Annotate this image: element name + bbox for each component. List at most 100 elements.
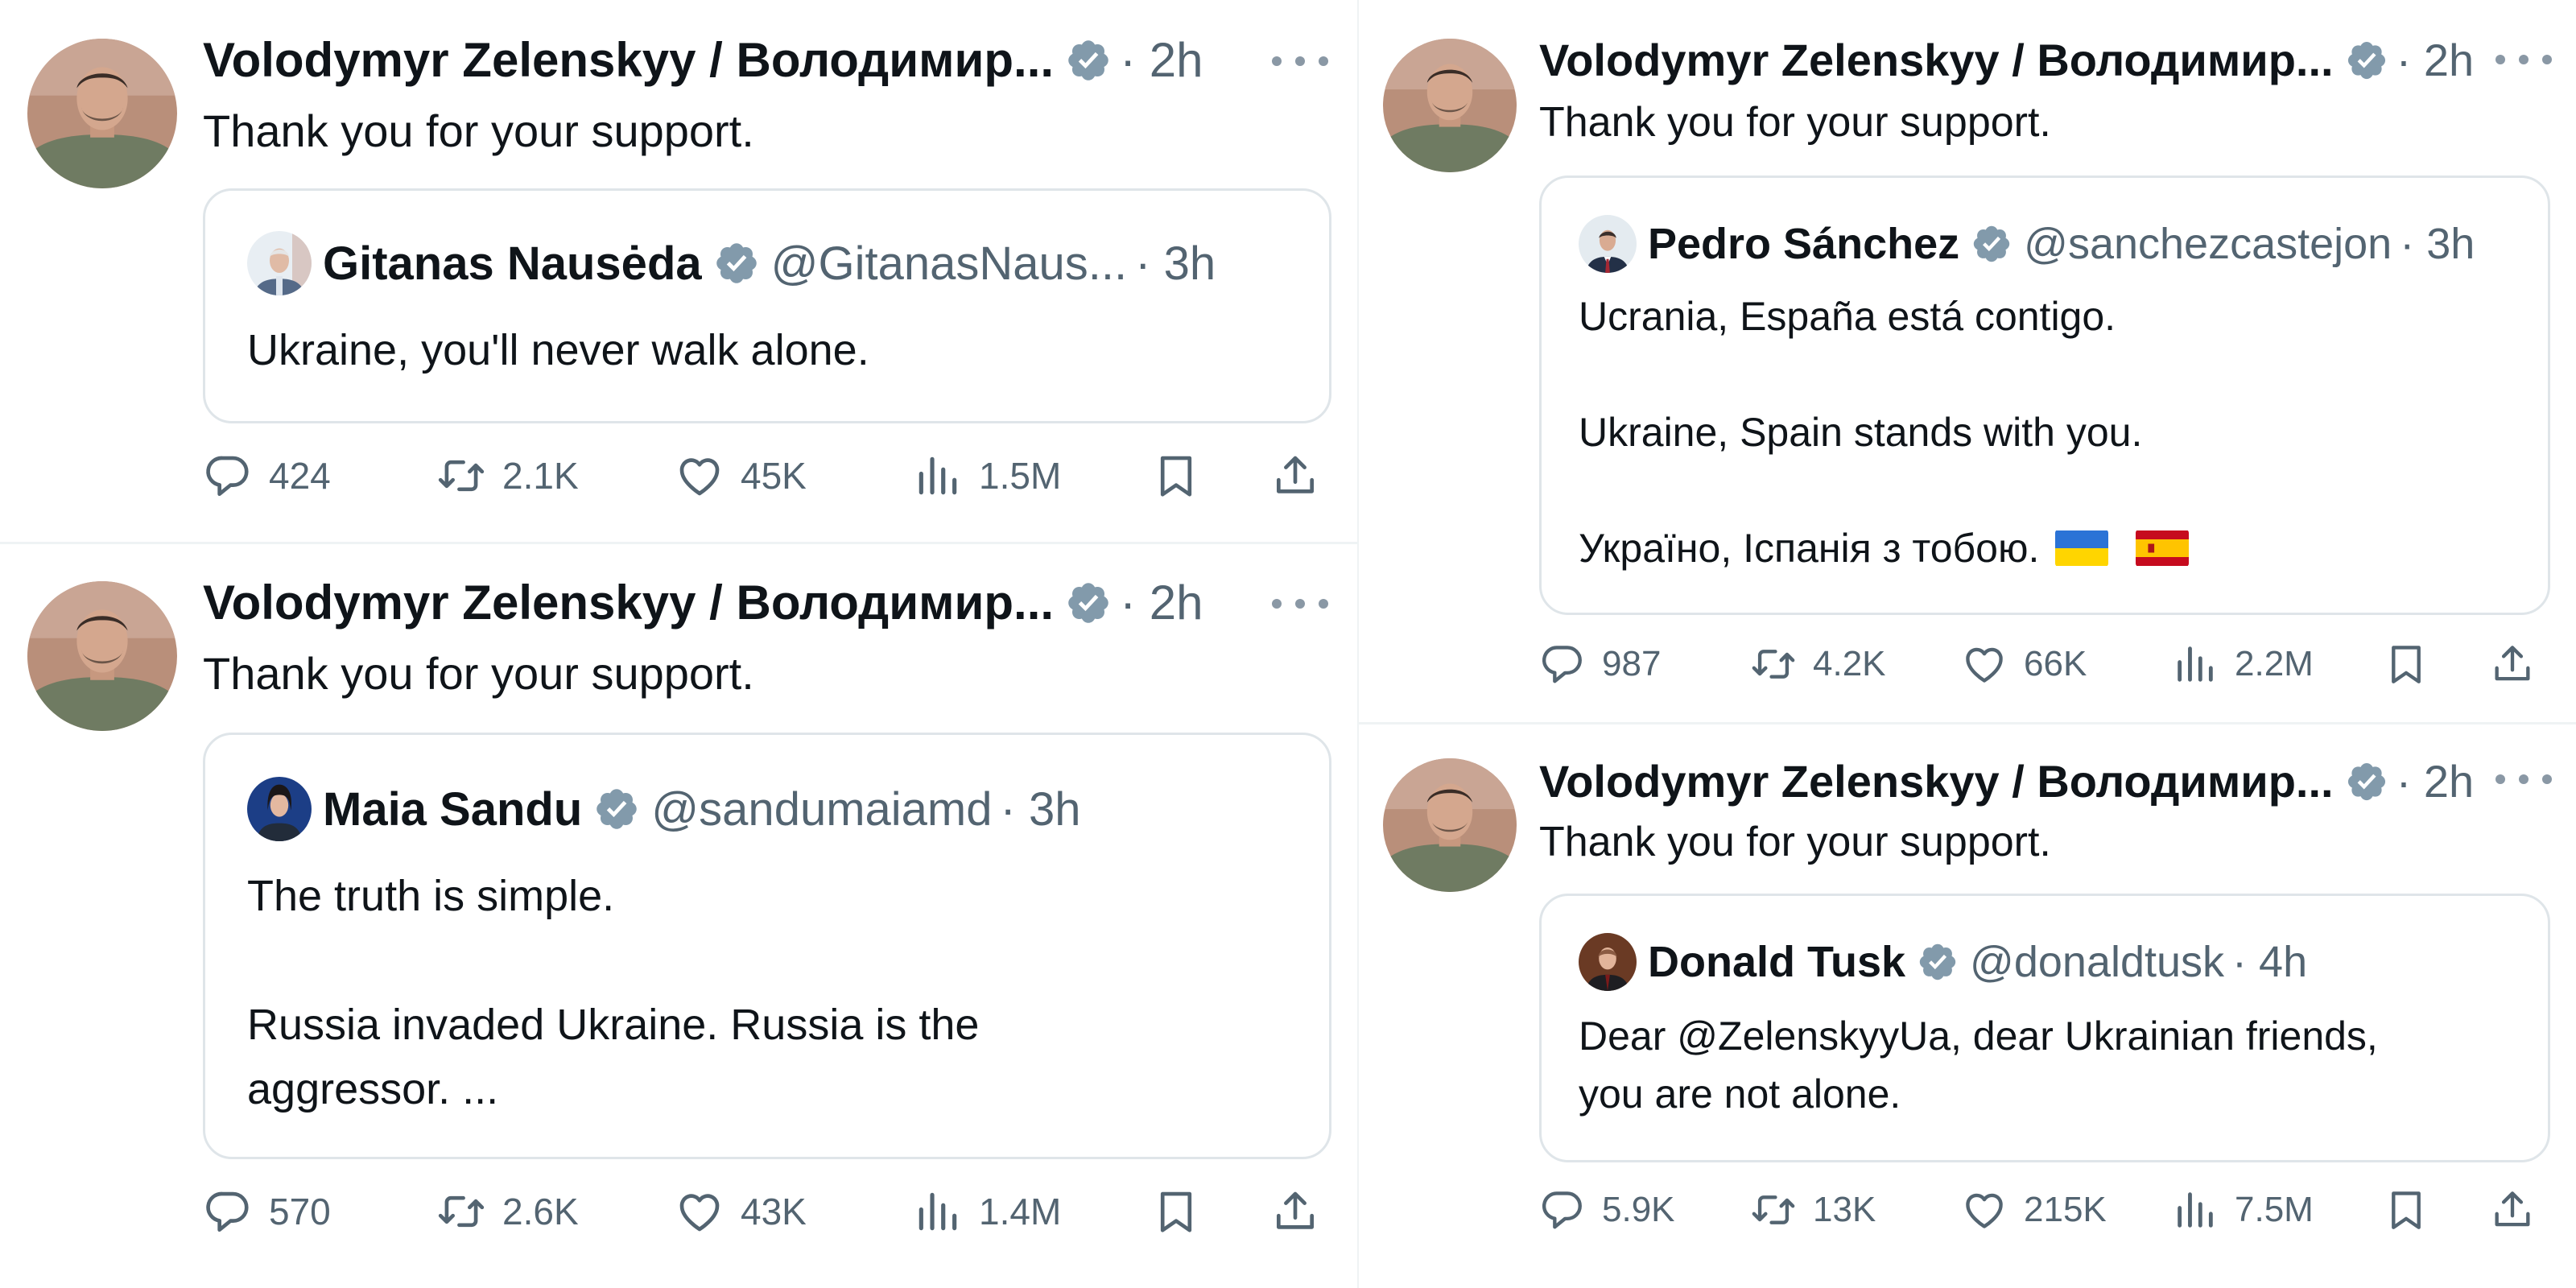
quoted-author-name: Gitanas Nausėda xyxy=(323,237,702,290)
views-button[interactable]: 7.5M xyxy=(2172,1182,2314,1238)
reply-icon xyxy=(1539,641,1586,687)
repost-button[interactable]: 13K xyxy=(1750,1182,1876,1238)
share-button[interactable] xyxy=(2489,636,2536,692)
like-icon xyxy=(1961,1187,2008,1233)
views-button[interactable]: 1.4M xyxy=(913,1183,1061,1240)
author-name[interactable]: Volodymyr Zelenskyy / Володимир... xyxy=(203,32,1054,88)
quoted-tweet-header: Pedro Sánchez @sanchezcastejon · 3h xyxy=(1579,215,2475,273)
views-button[interactable]: 2.2M xyxy=(2172,636,2314,692)
verified-badge-icon xyxy=(1971,223,2013,265)
bookmark-button[interactable] xyxy=(2383,636,2429,692)
tweet[interactable]: Volodymyr Zelenskyy / Володимир... · 2h … xyxy=(1359,724,2576,1288)
bookmark-button[interactable] xyxy=(1151,448,1201,504)
author-avatar[interactable] xyxy=(27,39,177,188)
spain-flag-icon xyxy=(2136,530,2189,567)
share-icon xyxy=(1270,451,1320,501)
quoted-handle: @donaldtusk xyxy=(1970,938,2225,986)
author-avatar[interactable] xyxy=(1383,758,1517,892)
reply-icon xyxy=(203,1187,253,1236)
quoted-text-line: you are not alone. xyxy=(1579,1071,1901,1117)
quoted-author-name: Maia Sandu xyxy=(323,782,583,836)
quoted-text-line: Україно, Іспанія з тобою. xyxy=(1579,519,2189,577)
share-icon xyxy=(2489,1187,2536,1233)
quoted-text-line: The truth is simple. xyxy=(247,872,615,920)
more-icon[interactable] xyxy=(2496,53,2552,66)
timestamp[interactable]: · 2h xyxy=(2396,34,2475,86)
view-count: 1.4M xyxy=(979,1191,1062,1232)
reply-icon xyxy=(1539,1187,1586,1233)
view-count: 7.5M xyxy=(2235,1190,2314,1229)
quoted-text: Ucrania, España está contigo. Ukraine, S… xyxy=(1579,287,2189,577)
author-name[interactable]: Volodymyr Zelenskyy / Володимир... xyxy=(203,575,1054,630)
retweet-icon xyxy=(1750,1187,1797,1233)
quoted-author-name: Pedro Sánchez xyxy=(1648,220,1960,268)
quoted-handle: @sanchezcastejon xyxy=(2024,220,2392,268)
quoted-tweet[interactable]: Maia Sandu @sandumaiamd · 3h The truth i… xyxy=(203,733,1331,1159)
repost-button[interactable]: 2.1K xyxy=(436,448,579,504)
retweet-icon xyxy=(1750,641,1797,687)
bookmark-button[interactable] xyxy=(1151,1183,1201,1240)
repost-button[interactable]: 2.6K xyxy=(436,1183,579,1240)
reply-count: 987 xyxy=(1602,644,1662,683)
share-button[interactable] xyxy=(1270,448,1320,504)
author-avatar[interactable] xyxy=(1383,39,1517,172)
action-bar: 424 2.1K 45K 1.5M xyxy=(203,448,1327,504)
quoted-tweet-header: Gitanas Nausėda @GitanasNaus... · 3h xyxy=(247,231,1216,295)
reply-button[interactable]: 424 xyxy=(203,448,331,504)
reply-count: 570 xyxy=(269,1191,331,1232)
action-bar: 987 4.2K 66K 2.2M xyxy=(1539,636,2545,692)
quoted-text: Ukraine, you'll never walk alone. xyxy=(247,318,869,382)
repost-button[interactable]: 4.2K xyxy=(1750,636,1886,692)
quoted-avatar xyxy=(1579,933,1637,991)
like-button[interactable]: 215K xyxy=(1961,1182,2107,1238)
share-icon xyxy=(1270,1187,1320,1236)
views-button[interactable]: 1.5M xyxy=(913,448,1061,504)
tweet[interactable]: Volodymyr Zelenskyy / Володимир... · 2h … xyxy=(1359,0,2576,724)
timestamp[interactable]: · 2h xyxy=(1120,32,1203,88)
ukraine-flag-icon xyxy=(2055,530,2108,567)
like-button[interactable]: 45K xyxy=(675,448,807,504)
quoted-tweet[interactable]: Gitanas Nausėda @GitanasNaus... · 3h Ukr… xyxy=(203,188,1331,423)
author-name[interactable]: Volodymyr Zelenskyy / Володимир... xyxy=(1539,34,2334,86)
author-avatar[interactable] xyxy=(27,581,177,731)
timestamp[interactable]: · 2h xyxy=(2396,755,2475,807)
like-icon xyxy=(675,1187,724,1236)
tweet-text: Thank you for your support. xyxy=(203,105,754,156)
like-count: 215K xyxy=(2024,1190,2107,1229)
action-bar: 5.9K 13K 215K 7.5M xyxy=(1539,1182,2545,1238)
bookmark-icon xyxy=(2383,641,2429,687)
retweet-icon xyxy=(436,451,486,501)
verified-badge-icon xyxy=(1065,580,1112,626)
quoted-tweet[interactable]: Donald Tusk @donaldtusk · 4h Dear @Zelen… xyxy=(1539,894,2550,1162)
timestamp[interactable]: · 2h xyxy=(1120,575,1203,630)
repost-count: 2.1K xyxy=(502,455,579,497)
quoted-tweet-header: Maia Sandu @sandumaiamd · 3h xyxy=(247,777,1080,841)
repost-count: 2.6K xyxy=(502,1191,579,1232)
views-icon xyxy=(2172,1187,2219,1233)
verified-badge-icon xyxy=(713,240,760,287)
reply-button[interactable]: 987 xyxy=(1539,636,1661,692)
quoted-timestamp: · 3h xyxy=(2400,220,2475,268)
more-icon[interactable] xyxy=(1272,597,1328,610)
like-icon xyxy=(675,451,724,501)
like-button[interactable]: 66K xyxy=(1961,636,2087,692)
reply-count: 5.9K xyxy=(1602,1190,1675,1229)
bookmark-icon xyxy=(1151,451,1201,501)
author-name[interactable]: Volodymyr Zelenskyy / Володимир... xyxy=(1539,755,2334,807)
reply-button[interactable]: 5.9K xyxy=(1539,1182,1675,1238)
like-button[interactable]: 43K xyxy=(675,1183,807,1240)
quoted-tweet[interactable]: Pedro Sánchez @sanchezcastejon · 3h Ucra… xyxy=(1539,175,2550,615)
bookmark-button[interactable] xyxy=(2383,1182,2429,1238)
view-count: 2.2M xyxy=(2235,644,2314,683)
quoted-handle: @sandumaiamd xyxy=(651,782,993,836)
like-count: 43K xyxy=(741,1191,807,1232)
quoted-handle: @GitanasNaus... xyxy=(770,237,1128,290)
more-icon[interactable] xyxy=(1272,55,1328,68)
tweet[interactable]: Volodymyr Zelenskyy / Володимир... · 2h … xyxy=(0,544,1357,1288)
tweet[interactable]: Volodymyr Zelenskyy / Володимир... · 2h … xyxy=(0,0,1357,544)
more-icon[interactable] xyxy=(2496,773,2552,786)
reply-button[interactable]: 570 xyxy=(203,1183,331,1240)
share-button[interactable] xyxy=(2489,1182,2536,1238)
tweet-header: Volodymyr Zelenskyy / Володимир... · 2h xyxy=(1539,34,2474,86)
share-button[interactable] xyxy=(1270,1183,1320,1240)
